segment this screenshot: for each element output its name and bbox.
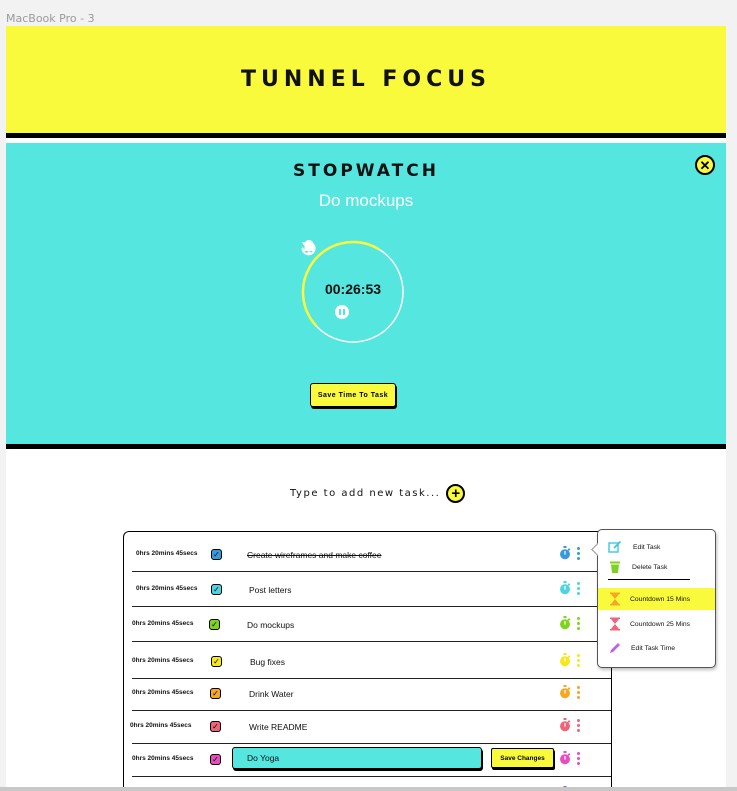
task-checkbox[interactable]: ✓: [210, 721, 221, 732]
stopwatch-time: 00:26:53: [324, 281, 382, 297]
menu-item-label: Countdown 15 Mins: [630, 595, 691, 603]
edit-icon: [608, 540, 622, 554]
stopwatch-icon[interactable]: [559, 581, 571, 595]
more-options-icon[interactable]: [576, 686, 580, 699]
add-task-row: Type to add new task... +: [290, 484, 466, 503]
app-title: TUNNEL FOCUS: [241, 67, 491, 92]
task-time: 0hrs 20mins 45secs: [132, 755, 194, 762]
task-checkbox[interactable]: ✓: [211, 584, 222, 595]
stopwatch-icon[interactable]: [559, 616, 571, 630]
stopwatch-dial: 00:26:53: [300, 239, 406, 345]
task-checkbox[interactable]: ✓: [209, 619, 220, 630]
task-name: Write README: [249, 722, 308, 732]
stopwatch-title: STOPWATCH: [293, 161, 439, 181]
task-name: Drink Water: [249, 689, 294, 699]
plus-icon[interactable]: +: [446, 484, 466, 503]
stopwatch-icon[interactable]: [559, 685, 571, 699]
task-row[interactable]: 0hrs 20mins 45secs ✓ Bug fixes: [124, 645, 611, 679]
close-icon[interactable]: ✕: [695, 155, 715, 175]
task-row[interactable]: 0hrs 20mins 45secs ✓ Do mockups: [124, 608, 611, 642]
task-context-menu: Edit Task Delete Task Countdown 15 Mins Cou…: [591, 529, 716, 668]
stopwatch-task-name: Do mockups: [318, 191, 414, 210]
menu-item-countdown-15-mins[interactable]: Countdown 15 Mins: [598, 588, 715, 610]
app-canvas: TUNNEL FOCUS STOPWATCH Do mockups ✕ 00:2…: [6, 26, 726, 791]
task-edit-input[interactable]: [232, 747, 482, 769]
more-options-icon[interactable]: [576, 719, 580, 732]
task-name: Bug fixes: [250, 657, 285, 667]
more-options-icon[interactable]: [576, 617, 580, 630]
pause-icon[interactable]: [335, 305, 349, 319]
stopwatch-icon[interactable]: [559, 546, 571, 560]
task-name: Create wireframes and make coffee: [247, 550, 382, 560]
trash-icon: [608, 560, 622, 574]
more-options-icon[interactable]: [576, 582, 580, 595]
task-name: Do mockups: [247, 620, 295, 630]
task-time: 0hrs 20mins 45secs: [136, 550, 198, 557]
menu-item-edit-task-time[interactable]: Edit Task Time: [598, 637, 715, 659]
menu-item-label: Edit Task: [633, 543, 661, 551]
task-row[interactable]: 0hrs 20mins 45secs ✓ Save Changes: [124, 743, 611, 777]
more-options-icon[interactable]: [576, 547, 580, 560]
hourglass-icon: [608, 617, 622, 631]
task-row[interactable]: 0hrs 20mins 45secs ✓ Write README: [124, 710, 611, 744]
task-time: 0hrs 20mins 45secs: [130, 722, 192, 729]
horizontal-scrollbar[interactable]: [0, 787, 737, 791]
task-row[interactable]: 0hrs 20mins 45secs ✓ Create wireframes and…: [124, 538, 611, 572]
reset-icon[interactable]: [300, 239, 317, 256]
menu-item-label: Delete Task: [632, 563, 668, 571]
menu-divider: [608, 579, 690, 580]
menu-item-label: Edit Task Time: [631, 644, 676, 652]
stopwatch-panel: STOPWATCH Do mockups ✕ 00:26:53 Save Tim…: [6, 143, 726, 449]
app-header: TUNNEL FOCUS: [6, 26, 726, 138]
save-changes-button[interactable]: Save Changes: [491, 748, 554, 768]
menu-item-edit-task[interactable]: Edit Task: [598, 536, 715, 558]
task-checkbox[interactable]: ✓: [210, 754, 221, 765]
menu-item-countdown-25-mins[interactable]: Countdown 25 Mins: [598, 613, 715, 635]
add-task-prompt[interactable]: Type to add new task...: [290, 488, 440, 499]
task-time: 0hrs 20mins 45secs: [132, 657, 194, 664]
task-name: Post letters: [249, 585, 292, 595]
hourglass-icon: [608, 592, 622, 606]
row-divider: [132, 641, 611, 642]
stopwatch-icon[interactable]: [559, 718, 571, 732]
task-row[interactable]: 0hrs 20mins 45secs ✓ Post letters: [124, 573, 611, 607]
task-row[interactable]: 0hrs 20mins 45secs ✓ Drink Water: [124, 677, 611, 711]
frame-label: MacBook Pro - 3: [6, 12, 95, 25]
task-time: 0hrs 20mins 45secs: [132, 689, 194, 696]
task-checkbox[interactable]: ✓: [210, 688, 221, 699]
row-divider: [132, 776, 611, 777]
pencil-icon: [608, 641, 622, 655]
row-divider: [132, 571, 611, 572]
task-checkbox[interactable]: ✓: [211, 549, 222, 560]
row-divider: [132, 606, 611, 607]
task-checkbox[interactable]: ✓: [211, 656, 222, 667]
more-options-icon[interactable]: [576, 654, 580, 667]
stopwatch-icon[interactable]: [559, 653, 571, 667]
task-list: 0hrs 20mins 45secs ✓ Create wireframes and…: [123, 531, 612, 791]
save-time-button[interactable]: Save Time To Task: [310, 383, 396, 407]
menu-item-delete-task[interactable]: Delete Task: [598, 556, 715, 578]
task-time: 0hrs 20mins 45secs: [132, 620, 194, 627]
stopwatch-icon[interactable]: [559, 751, 571, 765]
more-options-icon[interactable]: [576, 752, 580, 765]
task-time: 0hrs 20mins 45secs: [136, 585, 198, 592]
menu-item-label: Countdown 25 Mins: [630, 620, 691, 628]
